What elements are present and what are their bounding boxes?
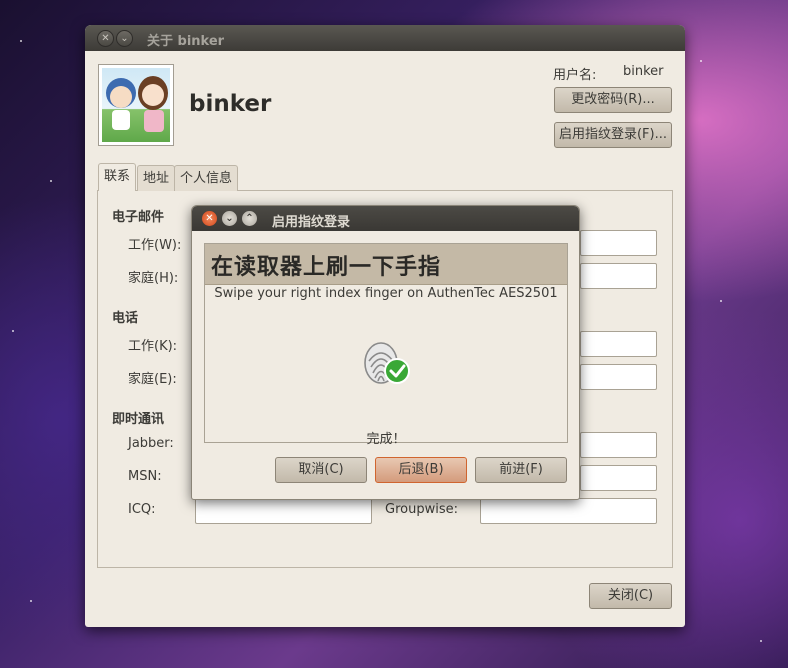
cancel-button[interactable]: 取消(C)	[275, 457, 367, 483]
close-icon[interactable]: ✕	[202, 211, 217, 226]
dialog-instruction: Swipe your right index finger on AuthenT…	[214, 286, 558, 301]
icq-label: ICQ:	[128, 502, 156, 517]
minimize-icon[interactable]: ⌄	[222, 211, 237, 226]
forward-button[interactable]: 前进(F)	[475, 457, 567, 483]
fingerprint-login-button[interactable]: 启用指纹登录(F)...	[554, 122, 672, 148]
email-section-heading: 电子邮件	[112, 210, 165, 225]
phone-section-heading: 电话	[112, 311, 139, 326]
username-value: binker	[623, 64, 664, 79]
display-name: binker	[189, 91, 272, 117]
tab-personal-info[interactable]: 个人信息	[174, 165, 239, 191]
change-password-button[interactable]: 更改密码(R)...	[554, 87, 672, 113]
email-home-input[interactable]	[580, 263, 657, 289]
minimize-icon[interactable]: ⌄	[116, 30, 133, 47]
fingerprint-dialog: ✕ ⌄ ⌃ 启用指纹登录 在读取器上刷一下手指 Swipe your right…	[191, 205, 580, 500]
maximize-icon[interactable]: ⌃	[242, 211, 257, 226]
icq-input[interactable]	[195, 498, 372, 524]
tab-contact[interactable]: 联系	[98, 163, 137, 191]
groupwise-label: Groupwise:	[385, 502, 458, 517]
checkmark-icon	[384, 358, 410, 384]
close-button[interactable]: 关闭(C)	[589, 583, 672, 609]
email-home-label: 家庭(H):	[128, 271, 179, 286]
back-button[interactable]: 后退(B)	[375, 457, 467, 483]
groupwise-input[interactable]	[480, 498, 657, 524]
phone-home-input[interactable]	[580, 364, 657, 390]
username-label: 用户名:	[553, 68, 597, 83]
window-title: 关于 binker	[147, 34, 225, 49]
email-work-label: 工作(W):	[128, 238, 182, 253]
dialog-header-text: 在读取器上刷一下手指	[211, 255, 442, 280]
dialog-content-frame: 在读取器上刷一下手指 Swipe your right index finger…	[204, 243, 568, 447]
jabber-input[interactable]	[580, 432, 657, 458]
jabber-label: Jabber:	[128, 436, 174, 451]
avatar[interactable]	[98, 64, 174, 146]
phone-work-label: 工作(K):	[128, 339, 178, 354]
close-icon[interactable]: ✕	[97, 30, 114, 47]
im-section-heading: 即时通讯	[112, 412, 165, 427]
dialog-status: 完成！	[366, 432, 406, 447]
phone-home-label: 家庭(E):	[128, 372, 177, 387]
dialog-titlebar[interactable]: ✕ ⌄ ⌃ 启用指纹登录	[192, 206, 579, 231]
email-work-input[interactable]	[580, 230, 657, 256]
phone-work-input[interactable]	[580, 331, 657, 357]
tab-address[interactable]: 地址	[137, 165, 176, 191]
msn-input[interactable]	[580, 465, 657, 491]
dialog-title: 启用指纹登录	[272, 215, 351, 230]
window-titlebar[interactable]: ✕ ⌄ 关于 binker	[85, 25, 685, 51]
msn-label: MSN:	[128, 469, 162, 484]
avatar-image	[102, 68, 170, 142]
fingerprint-icon	[364, 342, 410, 384]
dialog-header: 在读取器上刷一下手指	[205, 244, 567, 285]
